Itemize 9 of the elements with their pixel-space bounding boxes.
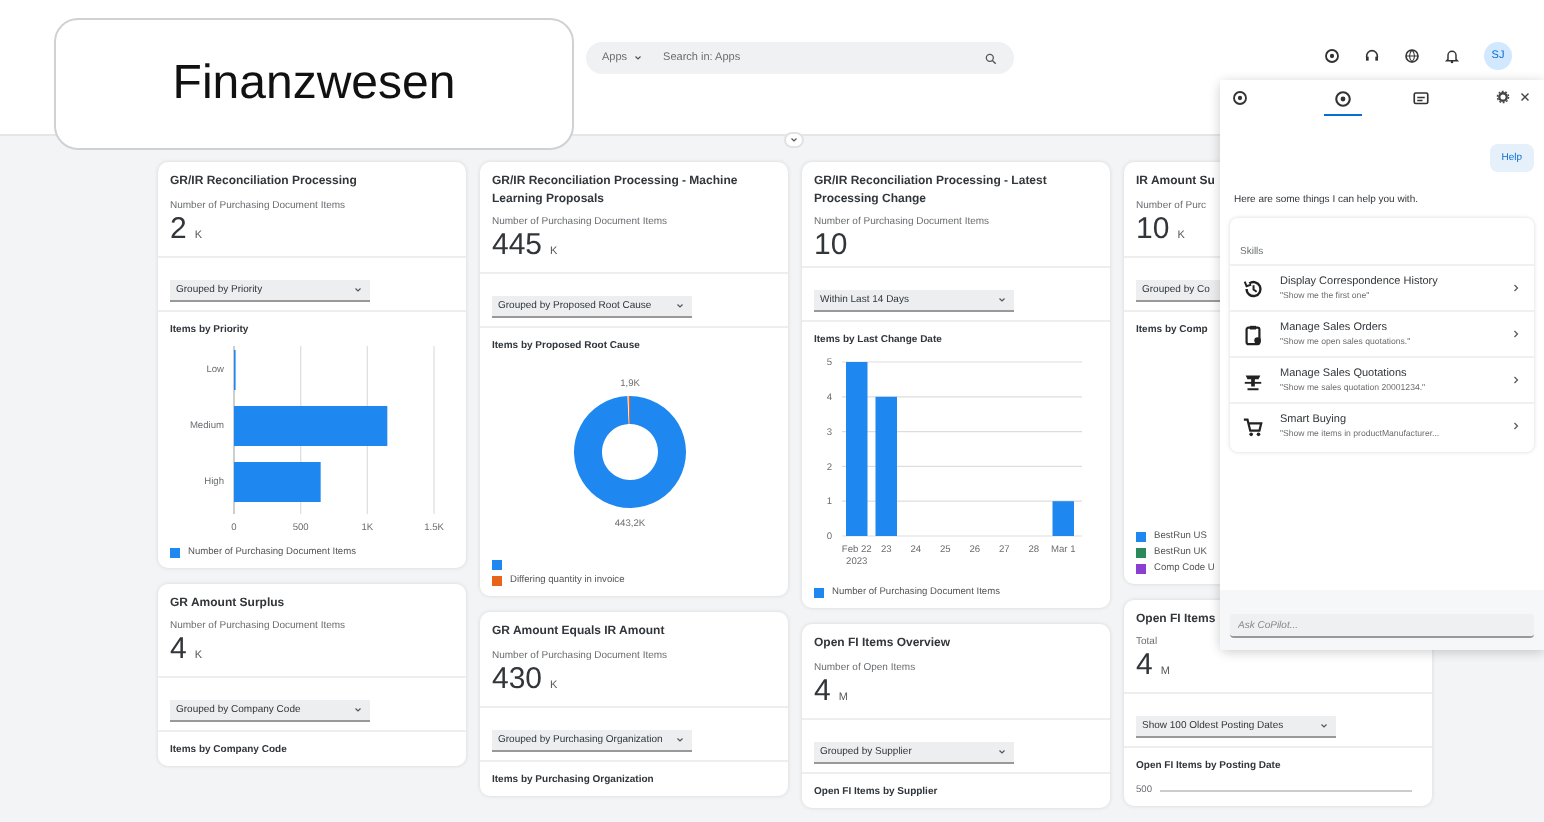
title-caption: Finanzwesen [54,18,574,150]
kpi-value: 430 [492,663,543,695]
kpi-value: 4 [170,634,187,666]
kpi-value: 10 [814,230,848,262]
kpi-value: 2 [170,213,187,245]
kpi-value: 4 [1136,650,1153,682]
kpi-value: 4 [814,675,831,707]
kpi-value: 10 [1136,213,1170,245]
kpi-value: 445 [492,230,543,262]
